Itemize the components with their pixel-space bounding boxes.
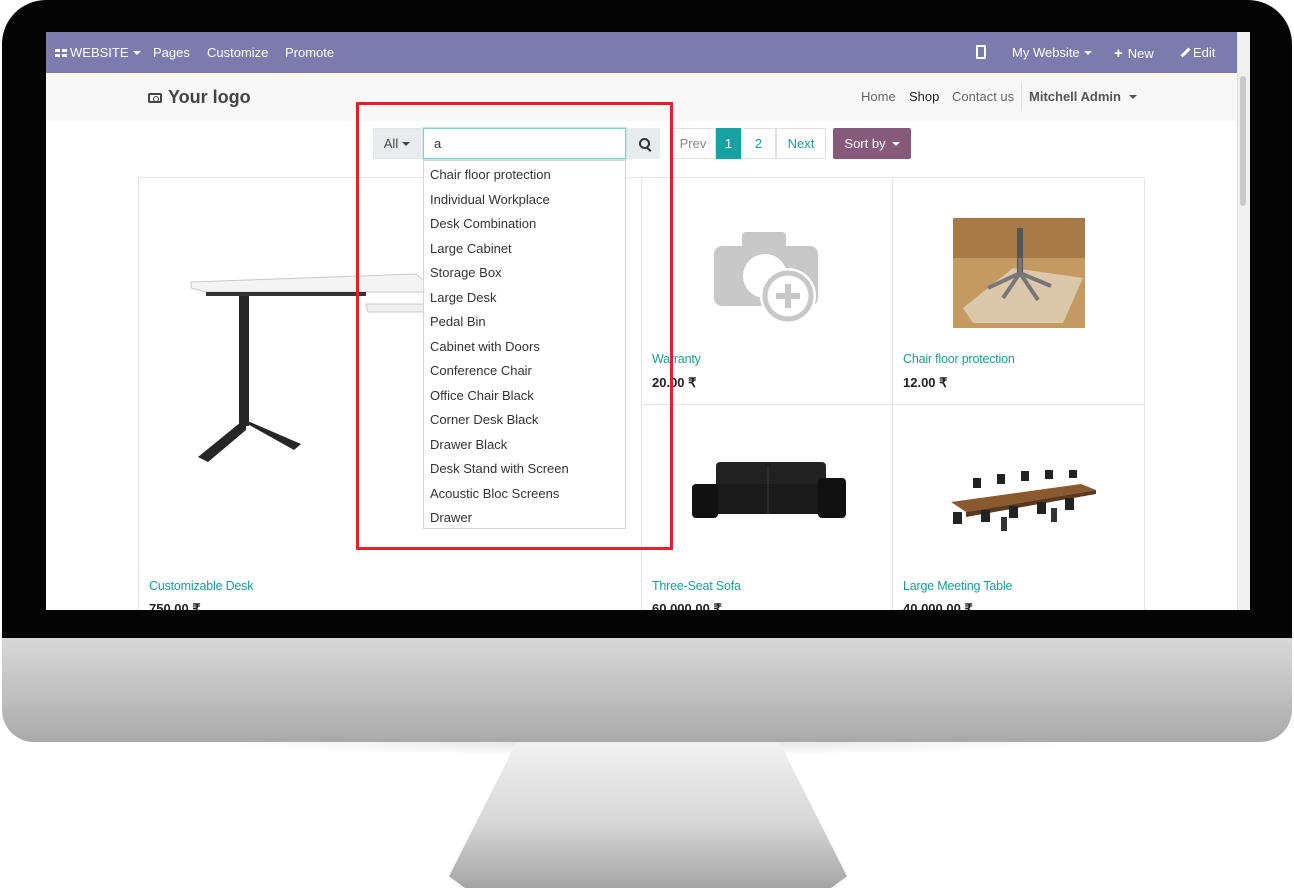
scrollbar-thumb[interactable] [1240, 76, 1246, 206]
caret-down-icon [1083, 51, 1092, 55]
new-button[interactable]: + New [1114, 45, 1154, 62]
plus-icon: + [1114, 45, 1123, 62]
pager-page-1[interactable]: 1 [716, 128, 741, 159]
product-price-three-seat-sofa: 60,000.00 ₹ [652, 601, 722, 610]
chair-floor-protection-image [953, 218, 1085, 328]
monitor-chin [2, 638, 1292, 742]
large-meeting-table-image [951, 470, 1096, 531]
nav-divider [1021, 83, 1022, 111]
website-menu[interactable]: WEBSITE [55, 45, 141, 60]
edit-button[interactable]: Edit [1180, 45, 1215, 60]
website-apps-icon [55, 49, 67, 57]
caret-down-icon [891, 142, 900, 146]
caret-down-icon [1128, 95, 1137, 99]
sort-by-button[interactable]: Sort by [833, 128, 911, 159]
user-menu[interactable]: Mitchell Admin [1029, 89, 1137, 104]
monitor-stand [449, 742, 847, 888]
menu-pages[interactable]: Pages [153, 45, 190, 60]
caret-down-icon [132, 51, 141, 55]
three-seat-sofa-image [692, 462, 846, 518]
pager-next[interactable]: Next [776, 128, 826, 159]
pager-page-2[interactable]: 2 [741, 128, 776, 159]
page-scrollbar[interactable] [1237, 32, 1250, 610]
mobile-preview-button[interactable] [976, 45, 986, 62]
image-placeholder-icon [714, 232, 818, 324]
product-name-three-seat-sofa[interactable]: Three-Seat Sofa [652, 579, 741, 593]
nav-shop[interactable]: Shop [909, 89, 939, 104]
admin-bar: WEBSITE Pages Customize Promote My Websi… [46, 32, 1238, 73]
pencil-icon [1180, 47, 1191, 58]
my-website-menu[interactable]: My Website [1012, 45, 1092, 60]
product-price-chair-floor-protection: 12.00 ₹ [903, 375, 948, 390]
nav-home[interactable]: Home [861, 89, 896, 104]
product-name-customizable-desk[interactable]: Customizable Desk [149, 579, 253, 593]
site-logo[interactable]: Your logo [148, 87, 251, 108]
product-name-chair-floor-protection[interactable]: Chair floor protection [903, 352, 1015, 366]
highlight-box [356, 102, 673, 550]
nav-contact-us[interactable]: Contact us [952, 89, 1014, 104]
camera-icon [148, 93, 162, 103]
menu-customize[interactable]: Customize [207, 45, 268, 60]
product-price-customizable-desk: 750.00 ₹ [149, 601, 201, 610]
mobile-icon [976, 45, 986, 59]
product-price-large-meeting-table: 40,000.00 ₹ [903, 601, 973, 610]
pager-prev[interactable]: Prev [670, 128, 716, 159]
product-name-large-meeting-table[interactable]: Large Meeting Table [903, 579, 1012, 593]
menu-promote[interactable]: Promote [285, 45, 334, 60]
